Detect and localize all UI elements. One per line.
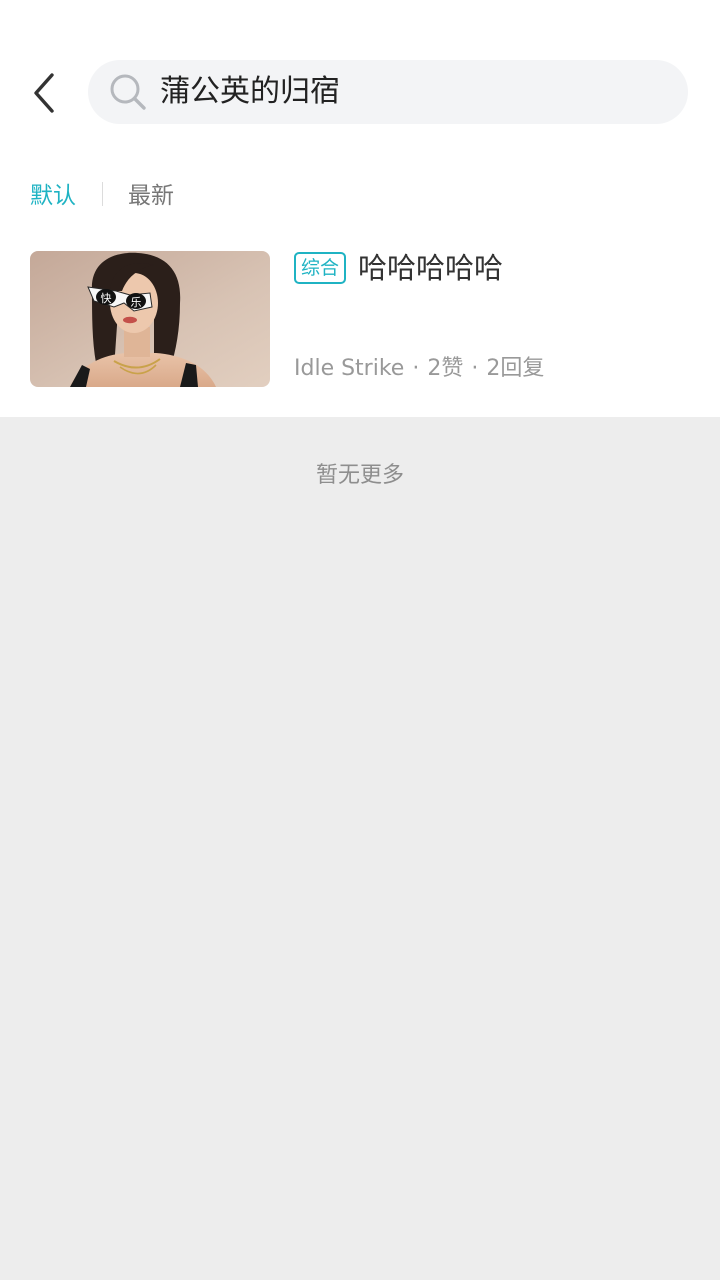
search-bar[interactable]: 蒲公英的归宿 xyxy=(88,60,688,124)
post-author[interactable]: Idle Strike xyxy=(294,351,404,387)
tab-newest[interactable]: 最新 xyxy=(128,176,174,216)
category-tag: 综合 xyxy=(294,252,346,284)
post-thumbnail[interactable]: 快 乐 xyxy=(30,251,270,387)
thumbnail-text-right: 乐 xyxy=(131,296,142,309)
tab-default[interactable]: 默认 xyxy=(30,176,76,216)
result-item[interactable]: 快 乐 综合 哈哈哈哈哈 Idle Strike · 2赞 · 2回复 xyxy=(30,251,690,387)
no-more-text: 暂无更多 xyxy=(315,463,404,488)
meta-separator: · xyxy=(471,356,479,381)
tab-divider xyxy=(102,182,103,206)
top-panel: 蒲公英的归宿 默认 最新 快 乐 综合 哈哈哈哈哈 Idle Strike · … xyxy=(0,0,720,417)
search-icon xyxy=(110,74,146,110)
back-arrow-icon[interactable] xyxy=(24,66,68,120)
search-query-text[interactable]: 蒲公英的归宿 xyxy=(160,60,340,124)
meta-separator: · xyxy=(412,356,420,381)
thumbnail-text-left: 快 xyxy=(101,292,112,305)
post-meta: Idle Strike · 2赞 · 2回复 xyxy=(294,351,544,387)
post-title[interactable]: 哈哈哈哈哈 xyxy=(358,249,503,287)
post-likes: 2赞 xyxy=(427,356,464,381)
post-replies: 2回复 xyxy=(486,356,545,381)
